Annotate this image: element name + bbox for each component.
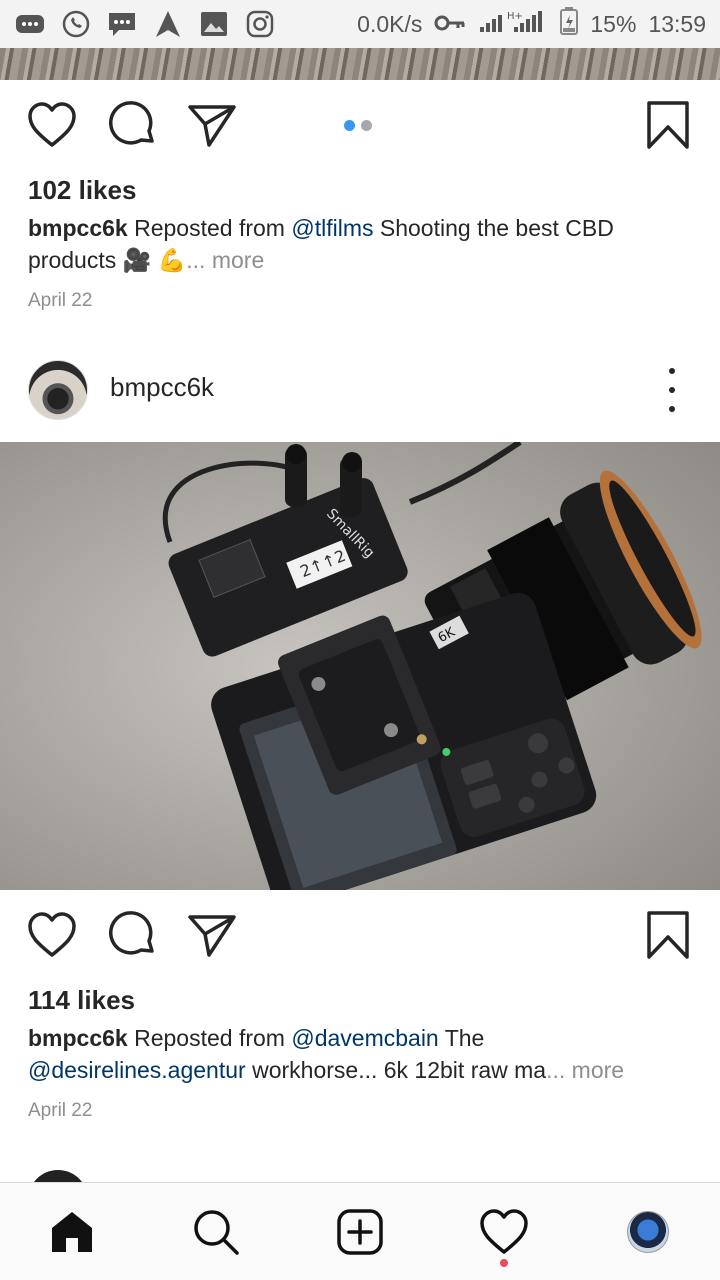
more-link[interactable]: ... more <box>546 1057 624 1083</box>
save-button[interactable] <box>641 98 695 152</box>
signal-type-label: H+ <box>507 11 523 22</box>
carousel-dot-active <box>344 120 355 131</box>
battery-icon <box>560 7 579 41</box>
comment-button[interactable] <box>105 908 159 962</box>
signal-icon: H+ <box>478 8 548 40</box>
search-icon <box>194 1209 239 1255</box>
clock: 13:59 <box>648 10 706 37</box>
post1-photo[interactable] <box>0 48 720 80</box>
like-button[interactable] <box>25 908 79 962</box>
network-speed: 0.0K/s <box>357 10 423 37</box>
bookmark-icon <box>647 101 689 149</box>
tab-new-post[interactable] <box>325 1197 395 1267</box>
caption-text: Reposted from <box>127 1025 292 1051</box>
activity-heart-icon <box>480 1208 528 1254</box>
bookmark-icon <box>647 911 689 959</box>
save-button[interactable] <box>641 908 695 962</box>
navigation-icon <box>152 8 184 40</box>
chat-icon <box>106 8 138 40</box>
more-options-button[interactable] <box>660 368 684 412</box>
likes-count[interactable]: 114 likes <box>28 985 135 1016</box>
comment-icon <box>109 101 154 145</box>
post-date: April 22 <box>28 290 93 311</box>
post2-photo[interactable]: 2↑↑2 SmallRig 6K <box>0 442 720 890</box>
profile-avatar <box>627 1210 669 1253</box>
tab-activity[interactable] <box>469 1197 539 1267</box>
notification-dot <box>500 1258 508 1267</box>
carousel-indicator <box>344 120 372 131</box>
like-button[interactable] <box>25 98 79 152</box>
caption-text: Reposted from <box>127 215 292 241</box>
post-date: April 22 <box>28 1100 93 1121</box>
vpn-key-icon <box>434 11 466 38</box>
caption-mention[interactable]: @desirelines.agentur <box>28 1057 246 1083</box>
post2-header: bmpcc6k <box>0 350 720 430</box>
battery-percent: 15% <box>590 10 637 37</box>
add-post-icon <box>337 1208 383 1255</box>
status-bar: 0.0K/s H+ 15% 13:59 <box>0 0 720 48</box>
more-options-icon <box>669 368 675 374</box>
likes-count[interactable]: 102 likes <box>28 175 136 206</box>
caption-mention[interactable]: @davemcbain <box>291 1025 438 1051</box>
share-button[interactable] <box>185 98 239 152</box>
tab-home[interactable] <box>37 1197 107 1267</box>
caption-text: workhorse... 6k 12bit raw ma <box>245 1057 547 1083</box>
whatsapp-icon <box>60 8 92 40</box>
post2-action-row <box>0 890 720 980</box>
home-icon <box>52 1211 92 1252</box>
comment-icon <box>109 911 154 955</box>
send-icon <box>188 105 236 147</box>
post-caption: bmpcc6k Reposted from @tlfilms Shooting … <box>28 212 668 276</box>
tab-profile[interactable] <box>613 1197 683 1267</box>
caption-username[interactable]: bmpcc6k <box>28 215 128 241</box>
heart-icon <box>28 102 76 147</box>
send-icon <box>188 915 236 957</box>
more-link[interactable]: ... more <box>186 247 264 273</box>
messages-icon <box>14 8 46 40</box>
comment-button[interactable] <box>105 98 159 152</box>
heart-icon <box>28 912 76 957</box>
post-username[interactable]: bmpcc6k <box>110 372 214 403</box>
carousel-dot <box>361 120 372 131</box>
share-button[interactable] <box>185 908 239 962</box>
caption-text: The <box>438 1025 485 1051</box>
caption-mention[interactable]: @tlfilms <box>291 215 373 241</box>
avatar[interactable] <box>28 360 88 420</box>
post-caption: bmpcc6k Reposted from @davemcbain The @d… <box>28 1022 668 1086</box>
bottom-tab-bar <box>0 1182 720 1280</box>
instagram-icon <box>244 8 276 40</box>
tab-search[interactable] <box>181 1197 251 1267</box>
post1-action-row <box>0 80 720 170</box>
gallery-icon <box>198 8 230 40</box>
caption-username[interactable]: bmpcc6k <box>28 1025 128 1051</box>
